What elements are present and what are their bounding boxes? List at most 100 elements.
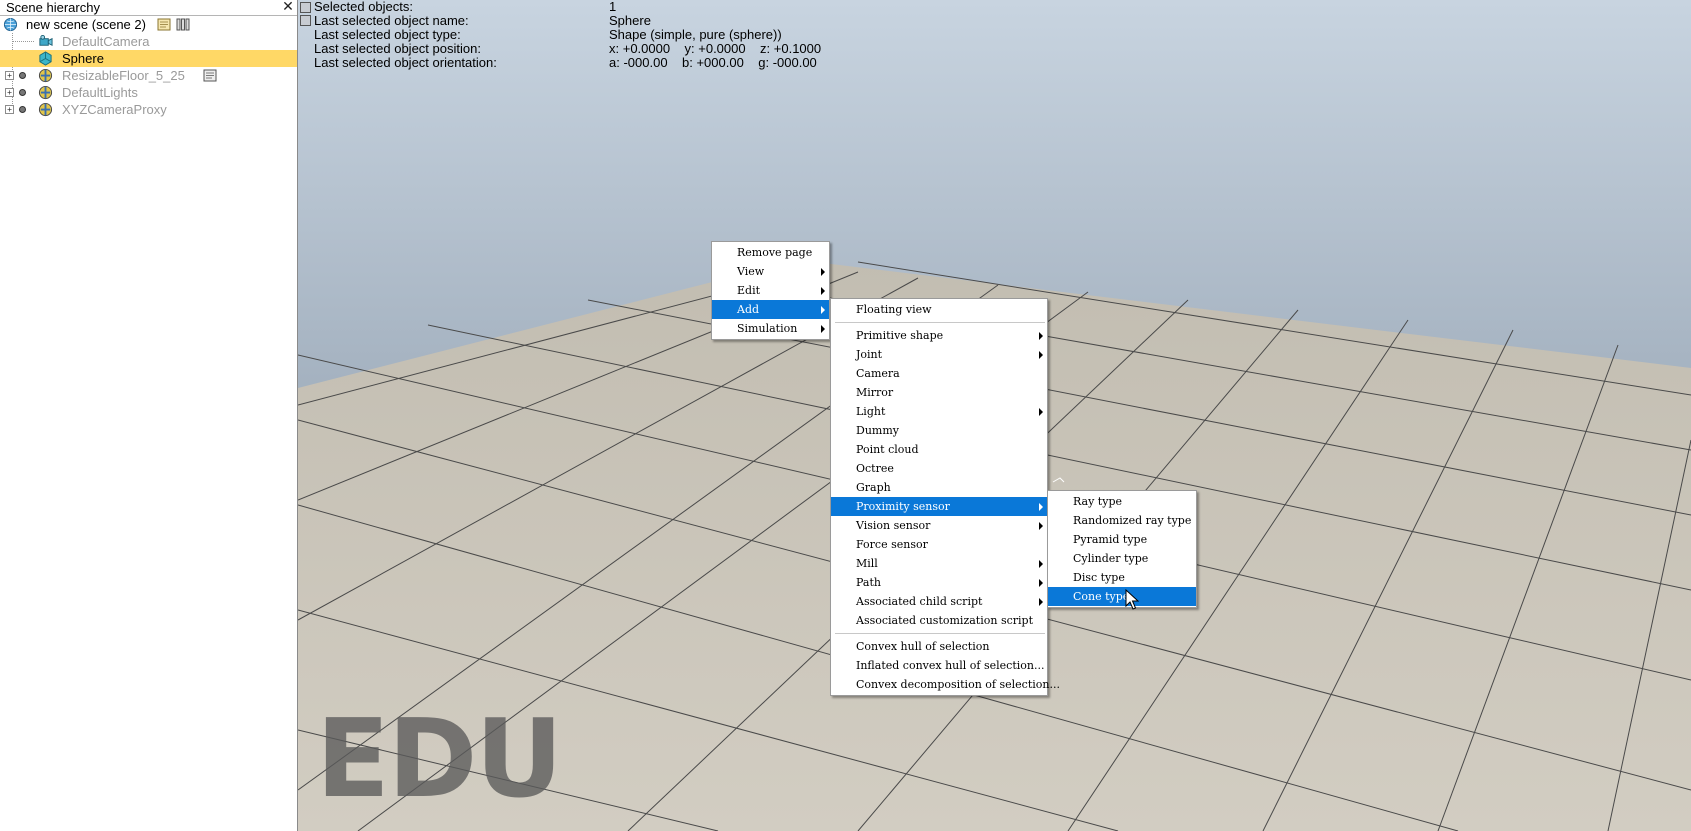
menu-item-label: Pyramid type	[1073, 533, 1148, 546]
menu-separator	[835, 633, 1045, 634]
menu-item-vision-sensor[interactable]: Vision sensor	[831, 516, 1047, 535]
scene-hierarchy-title-text: Scene hierarchy	[6, 0, 100, 15]
menu-item-add[interactable]: Add	[712, 300, 829, 319]
menu-item-light[interactable]: Light	[831, 402, 1047, 421]
menu-item-point-cloud[interactable]: Point cloud	[831, 440, 1047, 459]
menu-item-mirror[interactable]: Mirror	[831, 383, 1047, 402]
menu-item-label: Octree	[856, 462, 894, 475]
menu-item-label: Associated customization script	[856, 614, 1033, 627]
hierarchy-item-resizablefloor[interactable]: + ResizableFloor_5_25	[0, 67, 297, 84]
submenu-arrow-icon	[1039, 560, 1043, 568]
submenu-arrow-icon	[1039, 579, 1043, 587]
menu-item-cone-type[interactable]: Cone type	[1048, 587, 1196, 606]
submenu-arrow-icon	[1039, 351, 1043, 359]
menu-item-convex-hull[interactable]: Convex hull of selection	[831, 637, 1047, 656]
menu-item-label: Graph	[856, 481, 891, 494]
menu-item-label: Associated child script	[856, 595, 983, 608]
script-icon[interactable]	[157, 18, 171, 31]
menu-item-camera[interactable]: Camera	[831, 364, 1047, 383]
menu-item-mill[interactable]: Mill	[831, 554, 1047, 573]
menu-item-simulation[interactable]: Simulation	[712, 319, 829, 338]
info-orientation-value: a: -000.00 b: +000.00 g: -000.00	[609, 55, 817, 70]
hierarchy-item-defaultlights[interactable]: + DefaultLights	[0, 84, 297, 101]
info-toggle-icon[interactable]	[300, 2, 311, 13]
menu-item-label: Mill	[856, 557, 878, 570]
hierarchy-item-xyzcameraproxy[interactable]: + XYZCameraProxy	[0, 101, 297, 118]
scene-hierarchy-title: Scene hierarchy ✕	[0, 0, 297, 16]
submenu-arrow-icon	[1039, 522, 1043, 530]
menu-item-path[interactable]: Path	[831, 573, 1047, 592]
menu-item-ray-type[interactable]: Ray type	[1048, 492, 1196, 511]
menu-item-label: Camera	[856, 367, 900, 380]
menu-item-label: Convex decomposition of selection...	[856, 678, 1060, 691]
menu-item-force-sensor[interactable]: Force sensor	[831, 535, 1047, 554]
menu-item-associated-customization-script[interactable]: Associated customization script	[831, 611, 1047, 630]
submenu-arrow-icon	[1039, 598, 1043, 606]
menu-item-disc-type[interactable]: Disc type	[1048, 568, 1196, 587]
menu-item-inflated-convex-hull[interactable]: Inflated convex hull of selection...	[831, 656, 1047, 675]
hierarchy-item-label: ResizableFloor_5_25	[62, 68, 185, 83]
menu-item-floating-view[interactable]: Floating view	[831, 300, 1047, 319]
scene-root-label: new scene (scene 2)	[26, 17, 146, 32]
expand-icon[interactable]: +	[5, 71, 14, 80]
menu-item-label: Randomized ray type	[1073, 514, 1192, 527]
menu-item-label: Mirror	[856, 386, 894, 399]
info-toggle-icon[interactable]	[300, 15, 311, 26]
menu-item-label: Disc type	[1073, 571, 1125, 584]
menu-item-label: View	[737, 265, 765, 278]
menu-item-label: Proximity sensor	[856, 500, 950, 513]
menu-item-remove-page[interactable]: Remove page	[712, 243, 829, 262]
menu-item-label: Floating view	[856, 303, 932, 316]
menu-item-convex-decomposition[interactable]: Convex decomposition of selection...	[831, 675, 1060, 694]
selection-info-overlay: Selected objects: 1 Last selected object…	[298, 0, 1691, 70]
menu-item-proximity-sensor[interactable]: Proximity sensor	[831, 497, 1047, 516]
submenu-arrow-icon	[821, 325, 825, 333]
hierarchy-item-sphere[interactable]: Sphere	[0, 50, 297, 67]
menu-item-label: Vision sensor	[856, 519, 931, 532]
customization-script-icon[interactable]	[176, 18, 190, 31]
camera-icon	[39, 34, 53, 47]
menu-item-label: Cone type	[1073, 590, 1130, 603]
submenu-arrow-icon	[1039, 408, 1043, 416]
menu-item-label: Cylinder type	[1073, 552, 1149, 565]
menu-item-label: Dummy	[856, 424, 899, 437]
menu-item-label: Force sensor	[856, 538, 928, 551]
hierarchy-item-label: XYZCameraProxy	[62, 102, 167, 117]
info-type-label: Last selected object type:	[314, 27, 461, 42]
menu-item-cylinder-type[interactable]: Cylinder type	[1048, 549, 1196, 568]
visibility-dot-icon[interactable]	[19, 106, 26, 113]
hierarchy-scene-root[interactable]: new scene (scene 2)	[0, 16, 297, 33]
submenu-arrow-icon	[1039, 332, 1043, 340]
expand-icon[interactable]: +	[5, 88, 14, 97]
menu-item-graph[interactable]: Graph	[831, 478, 1047, 497]
menu-item-label: Remove page	[737, 246, 813, 259]
menu-item-associated-child-script[interactable]: Associated child script	[831, 592, 1047, 611]
hierarchy-item-label: DefaultLights	[62, 85, 138, 100]
menu-item-pyramid-type[interactable]: Pyramid type	[1048, 530, 1196, 549]
info-position-label: Last selected object position:	[314, 41, 481, 56]
menu-item-label: Simulation	[737, 322, 798, 335]
menu-item-view[interactable]: View	[712, 262, 829, 281]
menu-item-octree[interactable]: Octree	[831, 459, 1047, 478]
info-selected-objects-label: Selected objects:	[314, 0, 414, 14]
info-orientation-label: Last selected object orientation:	[314, 55, 497, 70]
shape-icon	[39, 51, 52, 66]
info-name-value: Sphere	[609, 13, 651, 28]
script-icon[interactable]	[203, 69, 217, 82]
menu-item-joint[interactable]: Joint	[831, 345, 1047, 364]
expand-icon[interactable]: +	[5, 105, 14, 114]
visibility-dot-icon[interactable]	[19, 72, 26, 79]
submenu-arrow-icon	[1039, 503, 1043, 511]
menu-item-randomized-ray-type[interactable]: Randomized ray type	[1048, 511, 1196, 530]
visibility-dot-icon[interactable]	[19, 89, 26, 96]
hierarchy-item-defaultcamera[interactable]: DefaultCamera	[0, 33, 297, 50]
edu-watermark: EDU	[316, 697, 563, 822]
menu-item-primitive-shape[interactable]: Primitive shape	[831, 326, 1047, 345]
menu-item-edit[interactable]: Edit	[712, 281, 829, 300]
model-icon	[38, 68, 53, 83]
close-icon[interactable]: ✕	[281, 0, 295, 14]
menu-item-dummy[interactable]: Dummy	[831, 421, 1047, 440]
menu-separator	[835, 322, 1045, 323]
menu-item-label: Inflated convex hull of selection...	[856, 659, 1045, 672]
menu-item-label: Light	[856, 405, 886, 418]
